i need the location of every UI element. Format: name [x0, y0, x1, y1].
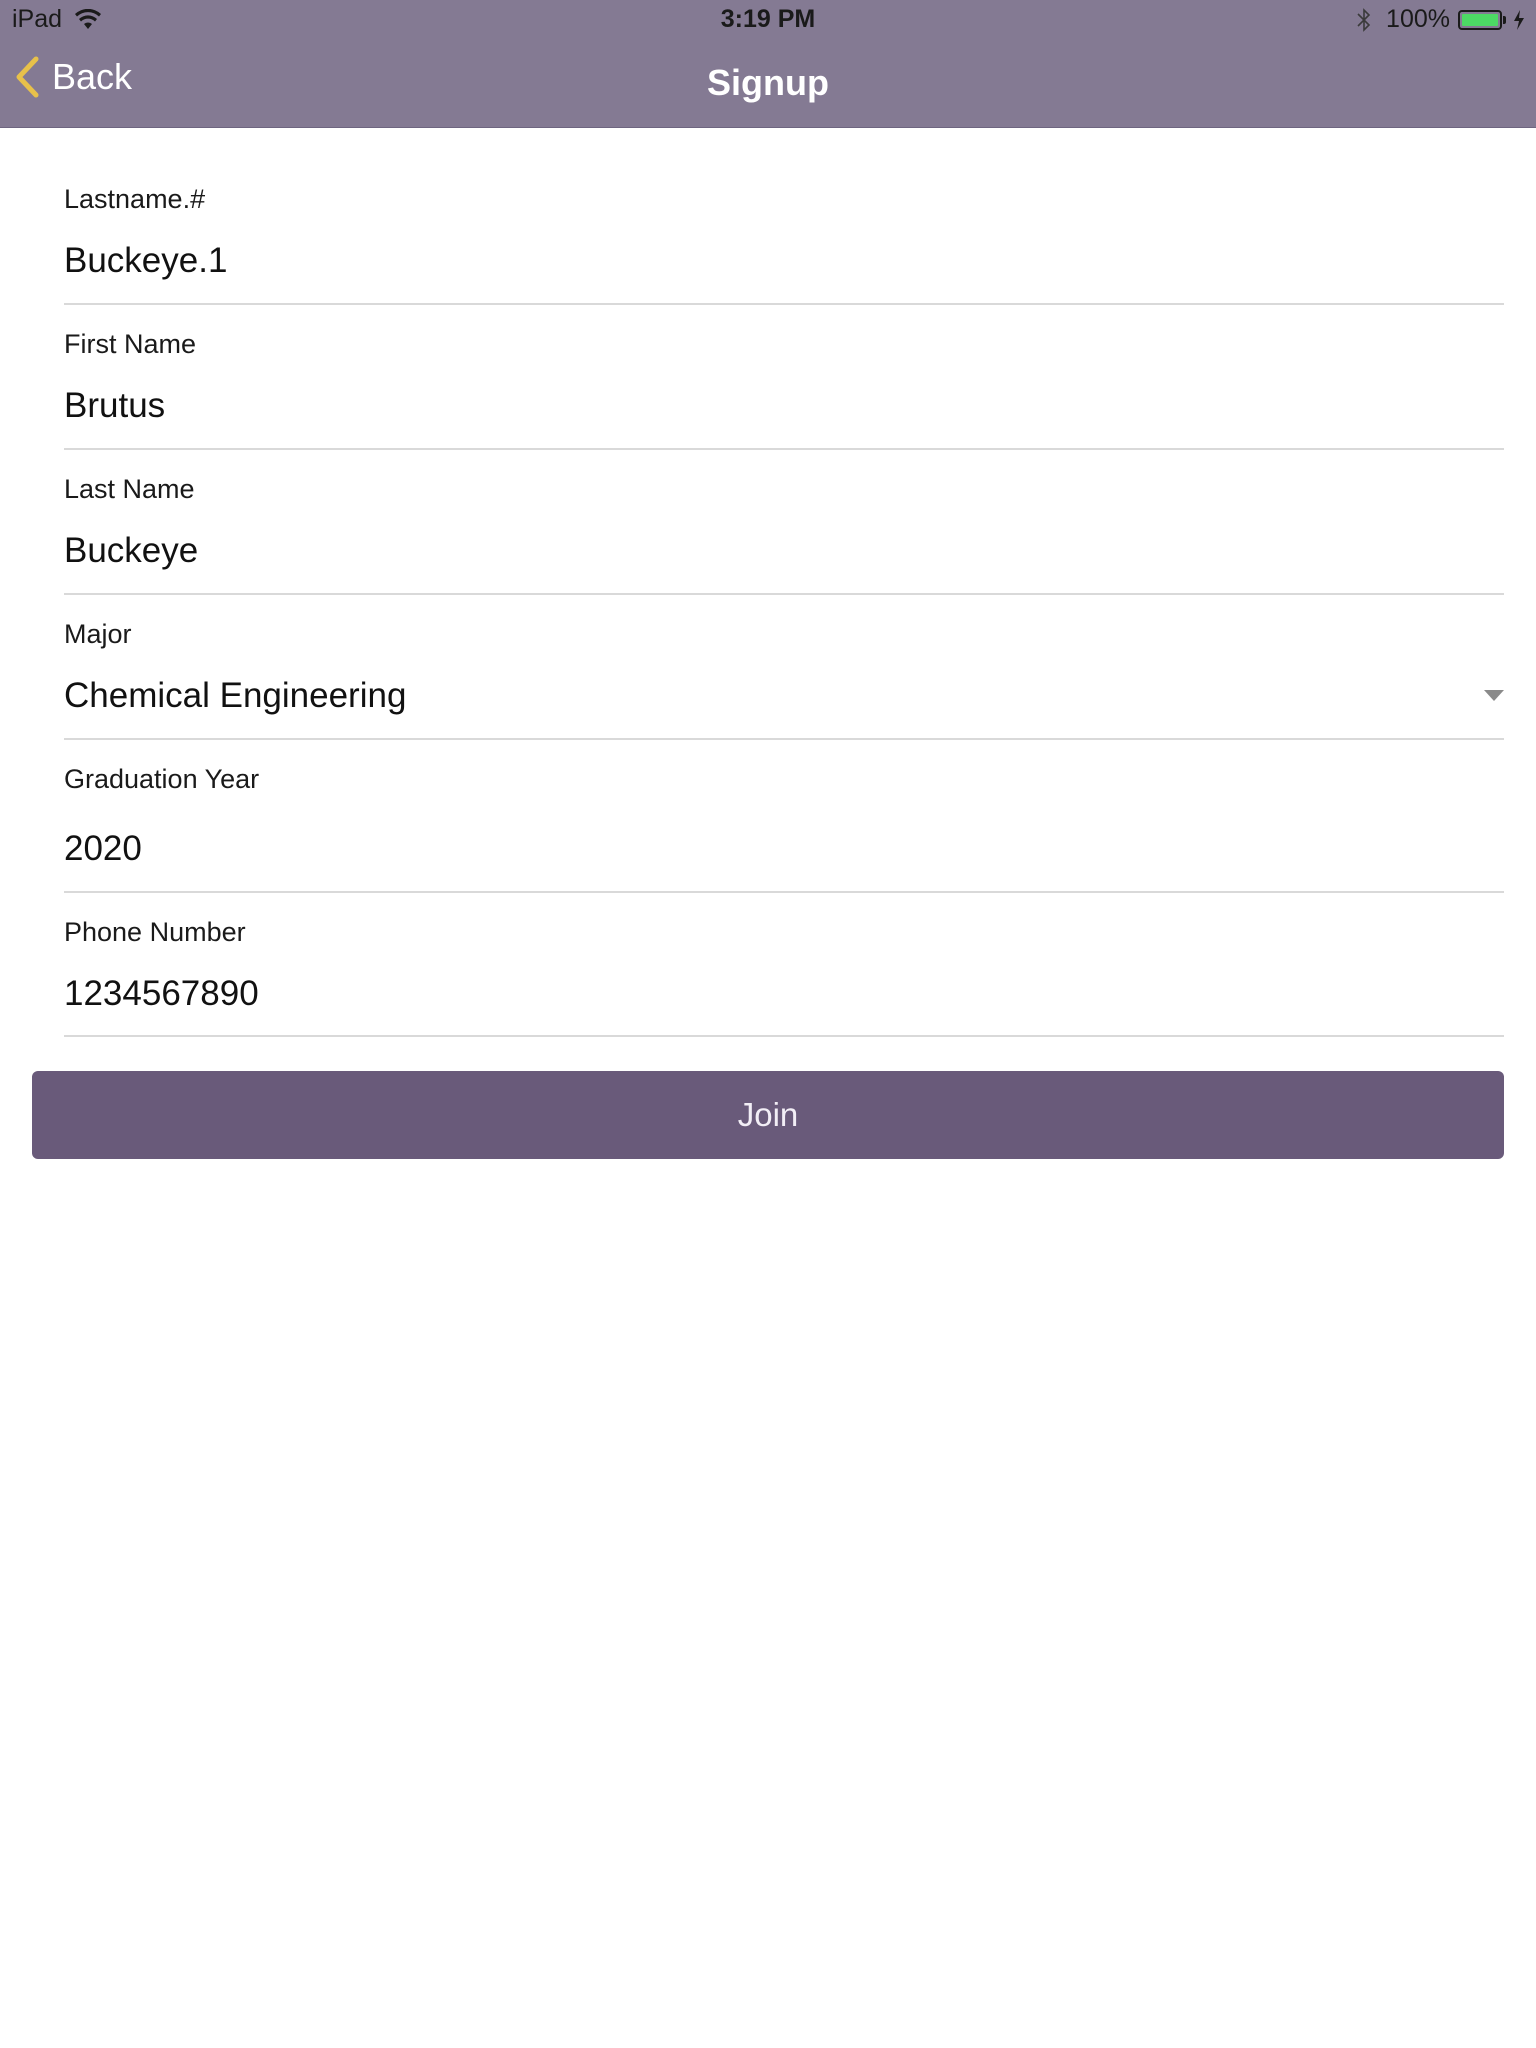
last-name-field: Last Name — [64, 450, 1504, 595]
first-name-input[interactable] — [64, 385, 1424, 427]
status-right: 100% — [1356, 5, 1526, 34]
lastname-number-field: Lastname.# — [64, 128, 1504, 305]
page-title: Signup — [707, 62, 829, 103]
battery-tip — [1503, 15, 1506, 24]
lastname-number-input[interactable] — [64, 240, 1424, 282]
battery-percent: 100% — [1386, 5, 1450, 33]
battery-fill — [1462, 13, 1498, 26]
status-bar: iPad 3:19 PM 100% — [0, 0, 1536, 40]
app-header: iPad 3:19 PM 100% Back Signup — [0, 0, 1536, 128]
graduation-year-field: Graduation Year — [64, 740, 1504, 893]
phone-number-field: Phone Number — [64, 893, 1504, 1037]
first-name-label: First Name — [64, 329, 197, 359]
first-name-field: First Name — [64, 305, 1504, 450]
signup-form: Lastname.# First Name Last Name Major Gr… — [64, 128, 1504, 1037]
battery-icon — [1458, 9, 1502, 30]
graduation-year-input[interactable] — [64, 828, 1424, 870]
major-field[interactable]: Major — [64, 595, 1504, 740]
major-select[interactable] — [64, 675, 1424, 717]
dropdown-arrow-icon[interactable] — [1484, 690, 1504, 701]
navigation-bar: Back Signup — [0, 42, 1536, 126]
lastname-number-label: Lastname.# — [64, 184, 206, 214]
charging-icon — [1514, 9, 1524, 30]
status-time: 3:19 PM — [720, 5, 816, 33]
bluetooth-icon — [1357, 7, 1371, 32]
last-name-label: Last Name — [64, 474, 195, 504]
graduation-year-label: Graduation Year — [64, 764, 260, 794]
last-name-input[interactable] — [64, 530, 1424, 572]
phone-number-input[interactable] — [64, 973, 1424, 1015]
phone-number-label: Phone Number — [64, 917, 246, 947]
major-label: Major — [64, 619, 132, 649]
join-button[interactable]: Join — [32, 1071, 1504, 1159]
